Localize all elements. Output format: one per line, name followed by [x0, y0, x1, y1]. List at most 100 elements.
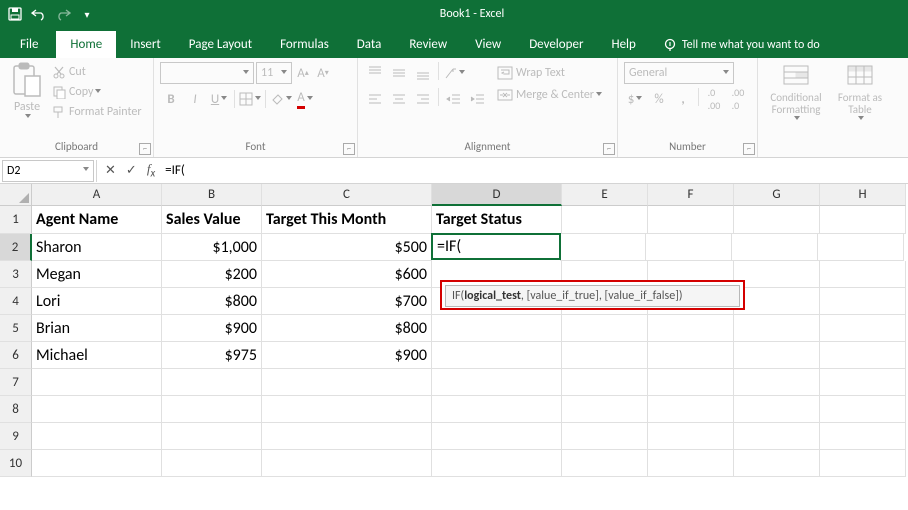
- name-box-dropdown-icon[interactable]: [83, 167, 89, 174]
- cell[interactable]: [734, 342, 820, 369]
- cell-sales[interactable]: $800: [162, 288, 262, 315]
- number-launcher[interactable]: ⌐: [743, 143, 755, 155]
- cell[interactable]: [162, 369, 262, 396]
- row-header-6[interactable]: 6: [0, 342, 32, 369]
- row-header-9[interactable]: 9: [0, 423, 32, 450]
- col-header-H[interactable]: H: [820, 184, 906, 206]
- cell[interactable]: [820, 342, 906, 369]
- cell[interactable]: [432, 396, 562, 423]
- row-header-10[interactable]: 10: [0, 450, 32, 477]
- cell[interactable]: [734, 206, 820, 234]
- cell[interactable]: [648, 342, 734, 369]
- cell[interactable]: [820, 315, 906, 342]
- cell[interactable]: [734, 423, 820, 450]
- comma-format-icon[interactable]: ,: [672, 88, 694, 110]
- cell[interactable]: [562, 450, 648, 477]
- cell[interactable]: [820, 206, 906, 234]
- bold-button[interactable]: B: [160, 88, 182, 110]
- formula-tooltip[interactable]: IF(logical_test, [value_if_true], [value…: [445, 285, 740, 307]
- cell[interactable]: [560, 234, 646, 261]
- cell[interactable]: [820, 369, 906, 396]
- cell[interactable]: [648, 450, 734, 477]
- cell[interactable]: [262, 450, 432, 477]
- cell[interactable]: [562, 342, 648, 369]
- formula-input[interactable]: [161, 160, 908, 182]
- row-header-5[interactable]: 5: [0, 315, 32, 342]
- cell-target[interactable]: $700: [262, 288, 432, 315]
- increase-indent-icon[interactable]: [467, 88, 489, 110]
- cell[interactable]: [648, 369, 734, 396]
- row-header-3[interactable]: 3: [0, 261, 32, 288]
- cell[interactable]: [646, 234, 732, 261]
- conditional-formatting-button[interactable]: Conditional Formatting: [766, 62, 826, 123]
- align-top-icon[interactable]: [364, 62, 386, 84]
- increase-font-icon[interactable]: A▴: [294, 62, 312, 84]
- underline-button[interactable]: U: [208, 88, 230, 110]
- clipboard-launcher[interactable]: ⌐: [139, 143, 151, 155]
- cell[interactable]: [562, 423, 648, 450]
- fill-color-button[interactable]: [270, 88, 292, 110]
- col-header-D[interactable]: D: [432, 184, 562, 206]
- copy-button[interactable]: Copy: [52, 82, 142, 102]
- cell-status[interactable]: [432, 342, 562, 369]
- accounting-format-icon[interactable]: $: [624, 88, 646, 110]
- cell[interactable]: [162, 423, 262, 450]
- cancel-formula-icon[interactable]: ✕: [105, 163, 116, 178]
- cell[interactable]: [734, 315, 820, 342]
- cell-name[interactable]: Megan: [32, 261, 162, 288]
- cell[interactable]: [820, 396, 906, 423]
- cell-sales[interactable]: $200: [162, 261, 262, 288]
- cell-status[interactable]: [432, 315, 562, 342]
- tab-review[interactable]: Review: [395, 31, 461, 58]
- col-header-F[interactable]: F: [648, 184, 734, 206]
- merge-center-button[interactable]: Merge & Center: [497, 84, 602, 106]
- cell[interactable]: [562, 206, 648, 234]
- format-as-table-button[interactable]: Format as Table: [830, 62, 890, 123]
- cell-name[interactable]: Lori: [32, 288, 162, 315]
- cell[interactable]: [734, 288, 820, 315]
- cell[interactable]: [732, 234, 818, 261]
- cell[interactable]: [734, 450, 820, 477]
- tab-home[interactable]: Home: [56, 31, 116, 58]
- decrease-font-icon[interactable]: A▾: [314, 62, 332, 84]
- cell-sales[interactable]: $975: [162, 342, 262, 369]
- cell[interactable]: [648, 315, 734, 342]
- tell-me-search[interactable]: Tell me what you want to do: [658, 32, 826, 58]
- border-button[interactable]: [239, 88, 261, 110]
- wrap-text-button[interactable]: Wrap Text: [497, 62, 602, 84]
- cell[interactable]: [262, 369, 432, 396]
- cell-target[interactable]: $500: [262, 234, 432, 261]
- row-header-7[interactable]: 7: [0, 369, 32, 396]
- align-bottom-icon[interactable]: [412, 62, 434, 84]
- tab-formulas[interactable]: Formulas: [266, 31, 343, 58]
- cell[interactable]: [820, 261, 906, 288]
- enter-formula-icon[interactable]: ✓: [126, 163, 137, 178]
- increase-decimal-icon[interactable]: .0.00: [703, 88, 725, 110]
- cell[interactable]: [162, 396, 262, 423]
- cell[interactable]: [820, 450, 906, 477]
- decrease-indent-icon[interactable]: [443, 88, 465, 110]
- header-cell[interactable]: Agent Name: [32, 206, 162, 234]
- cell[interactable]: [734, 396, 820, 423]
- tab-data[interactable]: Data: [343, 31, 396, 58]
- col-header-B[interactable]: B: [162, 184, 262, 206]
- row-header-4[interactable]: 4: [0, 288, 32, 315]
- number-format-dropdown[interactable]: General: [624, 62, 734, 84]
- align-right-icon[interactable]: [412, 88, 434, 110]
- percent-format-icon[interactable]: %: [648, 88, 670, 110]
- cell[interactable]: [262, 396, 432, 423]
- font-name-dropdown[interactable]: [160, 62, 254, 84]
- tab-view[interactable]: View: [461, 31, 515, 58]
- orientation-icon[interactable]: [443, 62, 465, 84]
- cell[interactable]: [432, 450, 562, 477]
- tab-help[interactable]: Help: [597, 31, 649, 58]
- cell[interactable]: [432, 423, 562, 450]
- cell-sales[interactable]: $1,000: [162, 234, 262, 261]
- cell[interactable]: [32, 423, 162, 450]
- cell-name[interactable]: Brian: [32, 315, 162, 342]
- save-icon[interactable]: [4, 3, 26, 25]
- tab-insert[interactable]: Insert: [116, 31, 175, 58]
- cell[interactable]: [820, 288, 906, 315]
- cell-target[interactable]: $900: [262, 342, 432, 369]
- cell[interactable]: [32, 450, 162, 477]
